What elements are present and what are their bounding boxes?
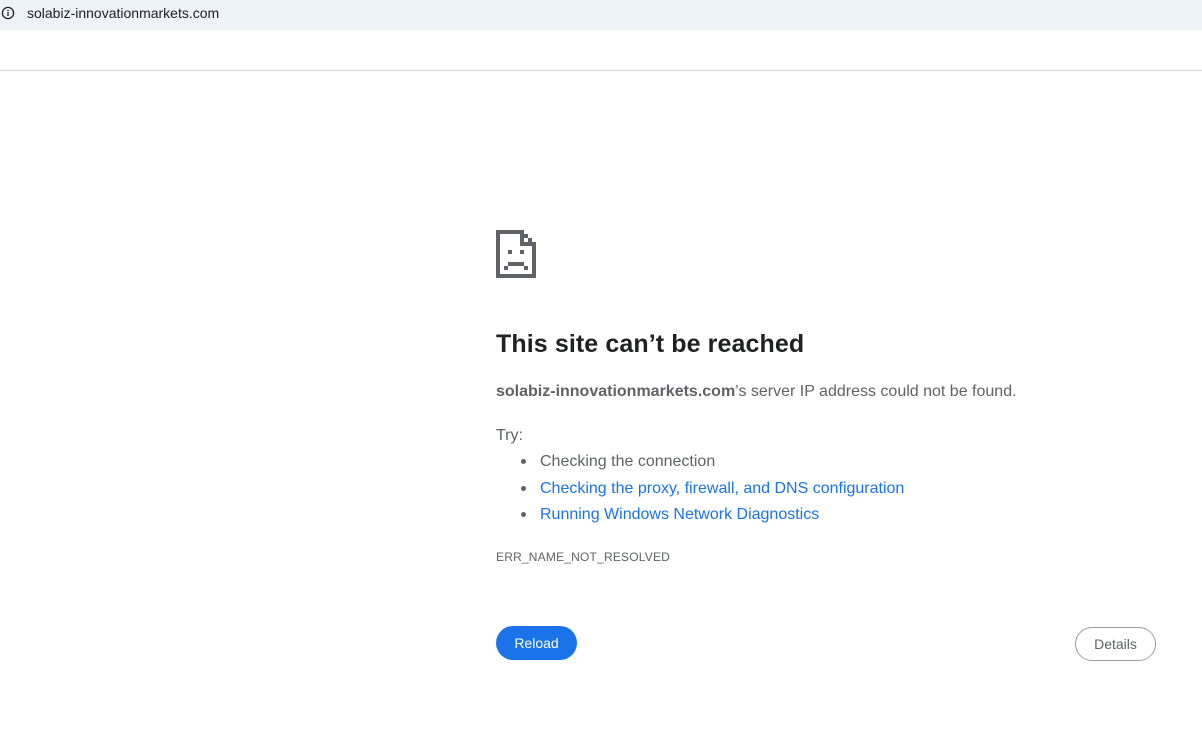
error-summary: solabiz-innovationmarkets.com’s server I… — [496, 383, 1017, 401]
suggestions-list: Checking the connection Checking the pro… — [496, 452, 904, 532]
error-host: solabiz-innovationmarkets.com — [496, 383, 736, 400]
link-check-proxy-firewall-dns[interactable]: Checking the proxy, firewall, and DNS co… — [540, 480, 904, 497]
details-button[interactable]: Details — [1075, 627, 1156, 661]
bullet — [521, 485, 526, 491]
error-code: ERR_NAME_NOT_RESOLVED — [496, 550, 671, 564]
address-bar[interactable]: solabiz-innovationmarkets.com — [0, 0, 1202, 30]
try-label: Try: — [496, 427, 523, 444]
sad-page-icon — [496, 230, 536, 278]
bullet — [521, 512, 526, 517]
suggestion-check-connection: Checking the connection — [540, 453, 716, 470]
error-summary-text: ’s server IP address could not be found. — [735, 383, 1017, 400]
suggestion-item: Checking the proxy, firewall, and DNS co… — [496, 479, 904, 506]
suggestion-item: Checking the connection — [496, 452, 904, 479]
error-heading: This site can’t be reached — [496, 330, 805, 358]
bullet — [521, 459, 526, 464]
info-icon[interactable] — [1, 6, 15, 20]
reload-button[interactable]: Reload — [496, 626, 577, 660]
link-network-diagnostics[interactable]: Running Windows Network Diagnostics — [540, 506, 819, 523]
toolbar-divider — [0, 70, 1202, 71]
suggestion-item: Running Windows Network Diagnostics — [496, 505, 904, 532]
url-text[interactable]: solabiz-innovationmarkets.com — [27, 5, 219, 21]
